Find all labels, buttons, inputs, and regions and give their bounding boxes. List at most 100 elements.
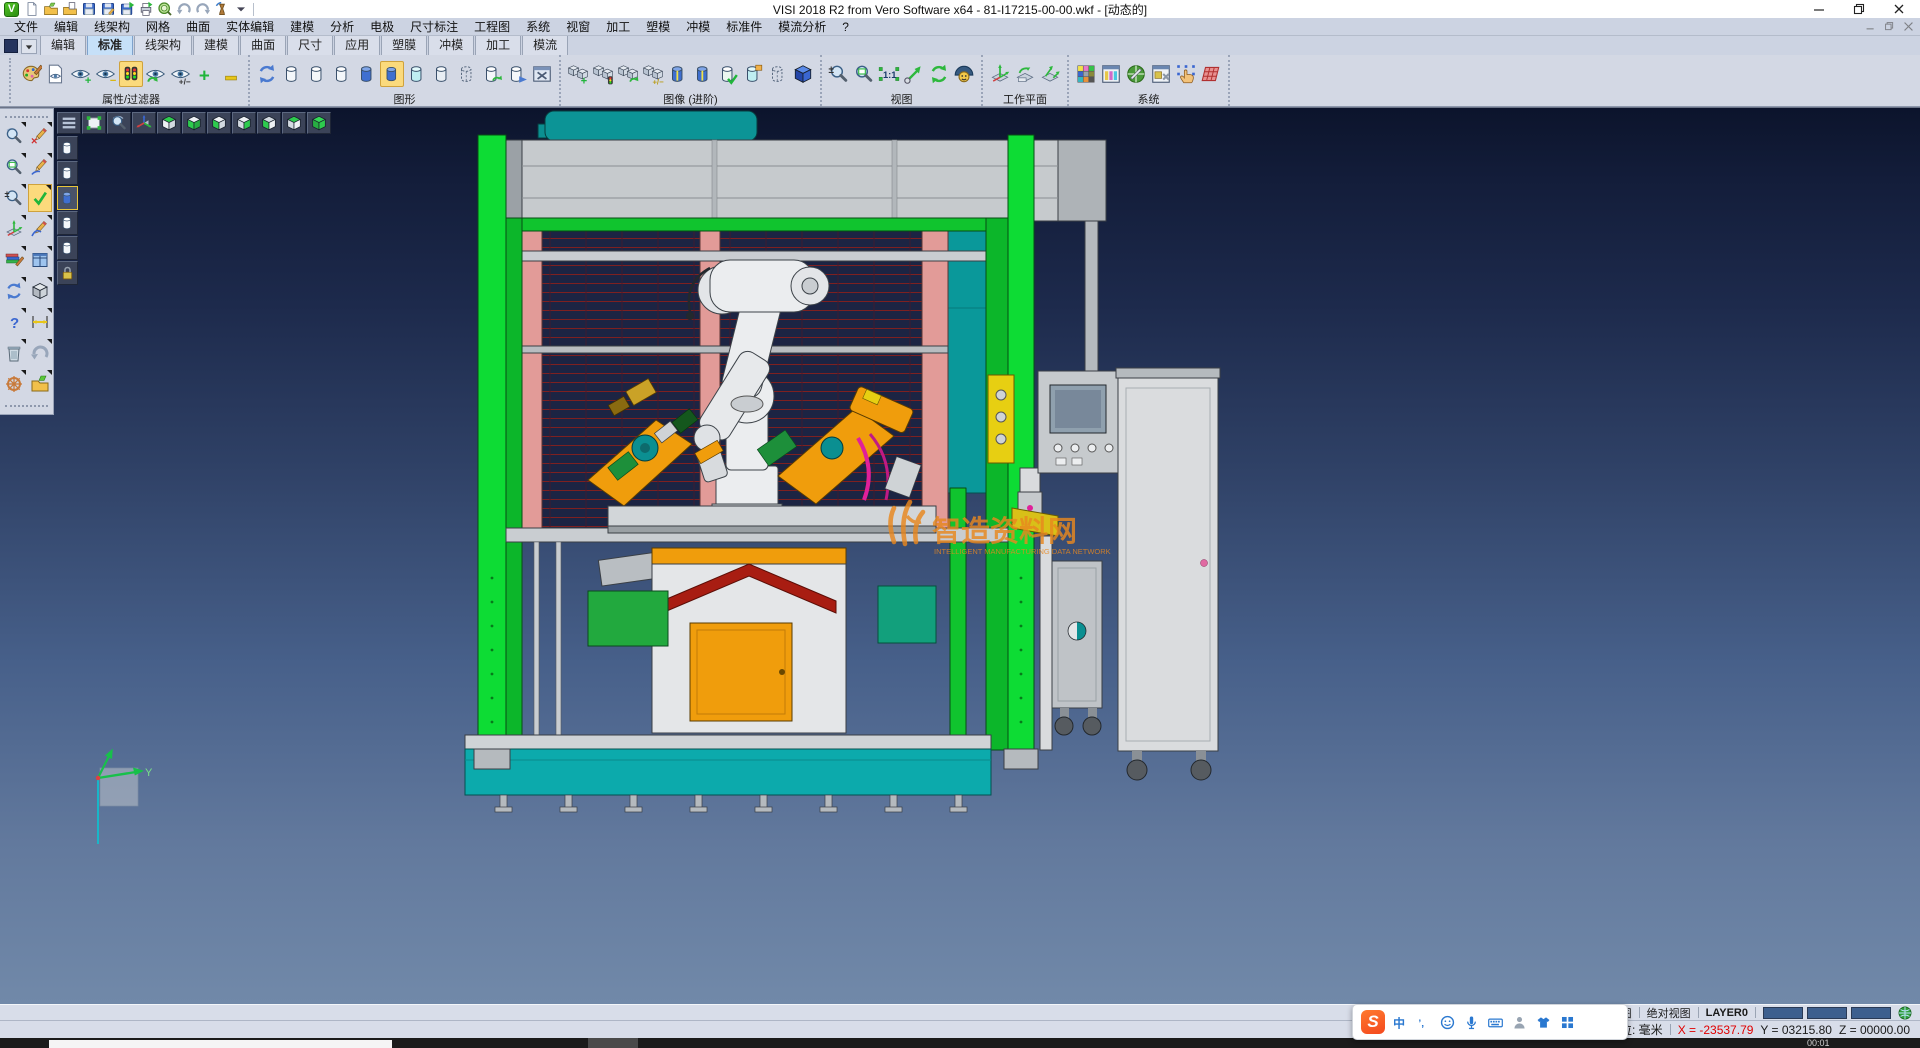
grid-settings[interactable] — [1199, 61, 1223, 87]
open-recent[interactable] — [28, 370, 52, 398]
tab-8[interactable]: 冲模 — [428, 34, 474, 55]
layer-swatch-2[interactable] — [1851, 1007, 1891, 1019]
shading-shaded[interactable] — [355, 61, 379, 87]
zoom-point[interactable] — [902, 61, 926, 87]
window-layout[interactable] — [1099, 61, 1123, 87]
tab-10[interactable]: 模流 — [522, 34, 568, 55]
open-folder[interactable] — [43, 1, 59, 17]
modify-element[interactable] — [28, 153, 52, 181]
tab-3[interactable]: 建模 — [193, 34, 239, 55]
workspace-icon[interactable] — [4, 39, 18, 53]
tab-5[interactable]: 尺寸 — [287, 34, 333, 55]
view-orientation[interactable] — [952, 61, 976, 87]
solid-view[interactable] — [791, 61, 815, 87]
tab-0[interactable]: 编辑 — [40, 34, 86, 55]
more-commands[interactable] — [233, 1, 249, 17]
taskbar-window-preview[interactable] — [49, 1040, 392, 1048]
ime-punctuation[interactable]: ’, — [1415, 1014, 1432, 1031]
redo[interactable] — [195, 1, 211, 17]
adv-add-entities[interactable]: + — [566, 61, 590, 87]
view-front[interactable] — [257, 112, 281, 134]
attributes-manager[interactable] — [2, 246, 26, 274]
workplane-modify[interactable] — [1013, 61, 1037, 87]
view-right[interactable] — [232, 112, 256, 134]
style-shaded[interactable] — [57, 186, 78, 210]
minimize-button[interactable] — [1812, 2, 1826, 16]
adv-refresh[interactable] — [616, 61, 640, 87]
view-axonometric[interactable] — [132, 112, 156, 134]
print-preview[interactable] — [157, 1, 173, 17]
redraw[interactable] — [255, 61, 279, 87]
menu-item-5[interactable]: 实体编辑 — [218, 18, 282, 35]
tab-1[interactable]: 标准 — [87, 34, 133, 55]
menu-item-15[interactable]: 冲模 — [678, 18, 718, 35]
adv-filter[interactable] — [591, 61, 615, 87]
save-sync[interactable] — [119, 1, 135, 17]
attribute-palette[interactable] — [19, 61, 43, 87]
view-top[interactable] — [157, 112, 181, 134]
workplane[interactable] — [2, 215, 26, 243]
tab-9[interactable]: 加工 — [475, 34, 521, 55]
confirm[interactable] — [28, 184, 52, 212]
refresh-visibility[interactable] — [144, 61, 168, 87]
shading-flat[interactable] — [430, 61, 454, 87]
ime-toolbox[interactable] — [1559, 1014, 1576, 1031]
close-button[interactable] — [1892, 2, 1906, 16]
import-file[interactable] — [62, 1, 78, 17]
menu-item-17[interactable]: 模流分析 — [770, 18, 834, 35]
ime-account[interactable] — [1511, 1014, 1528, 1031]
style-flat[interactable] — [57, 236, 78, 260]
view-mode-label[interactable]: 绝对视图 — [1647, 1005, 1691, 1021]
section-view[interactable] — [666, 61, 690, 87]
add-filter[interactable]: + — [194, 61, 218, 87]
viewport-3d[interactable]: 智造资料网 INTELLIGENT MANUFACTURING DATA NET… — [0, 107, 1920, 1004]
view-bottom[interactable] — [182, 112, 206, 134]
globe-icon[interactable] — [1898, 1006, 1912, 1020]
window-config[interactable] — [1149, 61, 1173, 87]
zoom-previous[interactable] — [107, 112, 131, 134]
shading-wireframe[interactable] — [280, 61, 304, 87]
remove-filter[interactable] — [219, 61, 243, 87]
menu-item-9[interactable]: 尺寸标注 — [402, 18, 466, 35]
shading-translucent[interactable] — [405, 61, 429, 87]
ime-skin[interactable] — [1535, 1014, 1552, 1031]
zoom-window[interactable] — [852, 61, 876, 87]
insert-curve[interactable] — [28, 215, 52, 243]
shading-shaded-edges[interactable] — [380, 61, 404, 87]
style-hidden[interactable] — [57, 161, 78, 185]
graphics-settings[interactable] — [530, 61, 554, 87]
menu-item-13[interactable]: 加工 — [598, 18, 638, 35]
new-document[interactable] — [24, 1, 40, 17]
active-layer[interactable]: LAYER0 — [1706, 1007, 1748, 1019]
view-left[interactable] — [207, 112, 231, 134]
layer-swatch-1[interactable] — [1807, 1007, 1847, 1019]
menu-item-1[interactable]: 编辑 — [46, 18, 86, 35]
ime-emoji[interactable] — [1439, 1014, 1456, 1031]
menu-item-18[interactable]: ? — [834, 20, 857, 34]
tab-7[interactable]: 塑膜 — [381, 34, 427, 55]
attribute-page[interactable] — [44, 61, 68, 87]
save[interactable] — [81, 1, 97, 17]
mdi-restore-icon[interactable] — [1884, 21, 1895, 32]
undo-action[interactable] — [28, 339, 52, 367]
filter-selector[interactable] — [119, 61, 143, 87]
update-shading[interactable] — [505, 61, 529, 87]
zoom-in-out[interactable]: ± — [2, 184, 26, 212]
restore-button[interactable] — [1852, 2, 1866, 16]
mdi-minimize-icon[interactable] — [1865, 21, 1876, 32]
menu-item-12[interactable]: 视窗 — [558, 18, 598, 35]
tab-2[interactable]: 线架构 — [134, 34, 192, 55]
menu-item-6[interactable]: 建模 — [282, 18, 322, 35]
workplane-create[interactable] — [988, 61, 1012, 87]
style-wireframe[interactable] — [57, 136, 78, 160]
menu-item-16[interactable]: 标准件 — [718, 18, 770, 35]
grid-window[interactable] — [28, 246, 52, 274]
zoom-dynamic[interactable] — [2, 122, 26, 150]
color-settings[interactable] — [1074, 61, 1098, 87]
toggle-visibility[interactable]: +/− — [169, 61, 193, 87]
layer-swatch-0[interactable] — [1763, 1007, 1803, 1019]
ime-logo-icon[interactable]: S — [1361, 1010, 1385, 1034]
tab-6[interactable]: 应用 — [334, 34, 380, 55]
delete[interactable] — [2, 339, 26, 367]
selection-settings[interactable] — [1174, 61, 1198, 87]
